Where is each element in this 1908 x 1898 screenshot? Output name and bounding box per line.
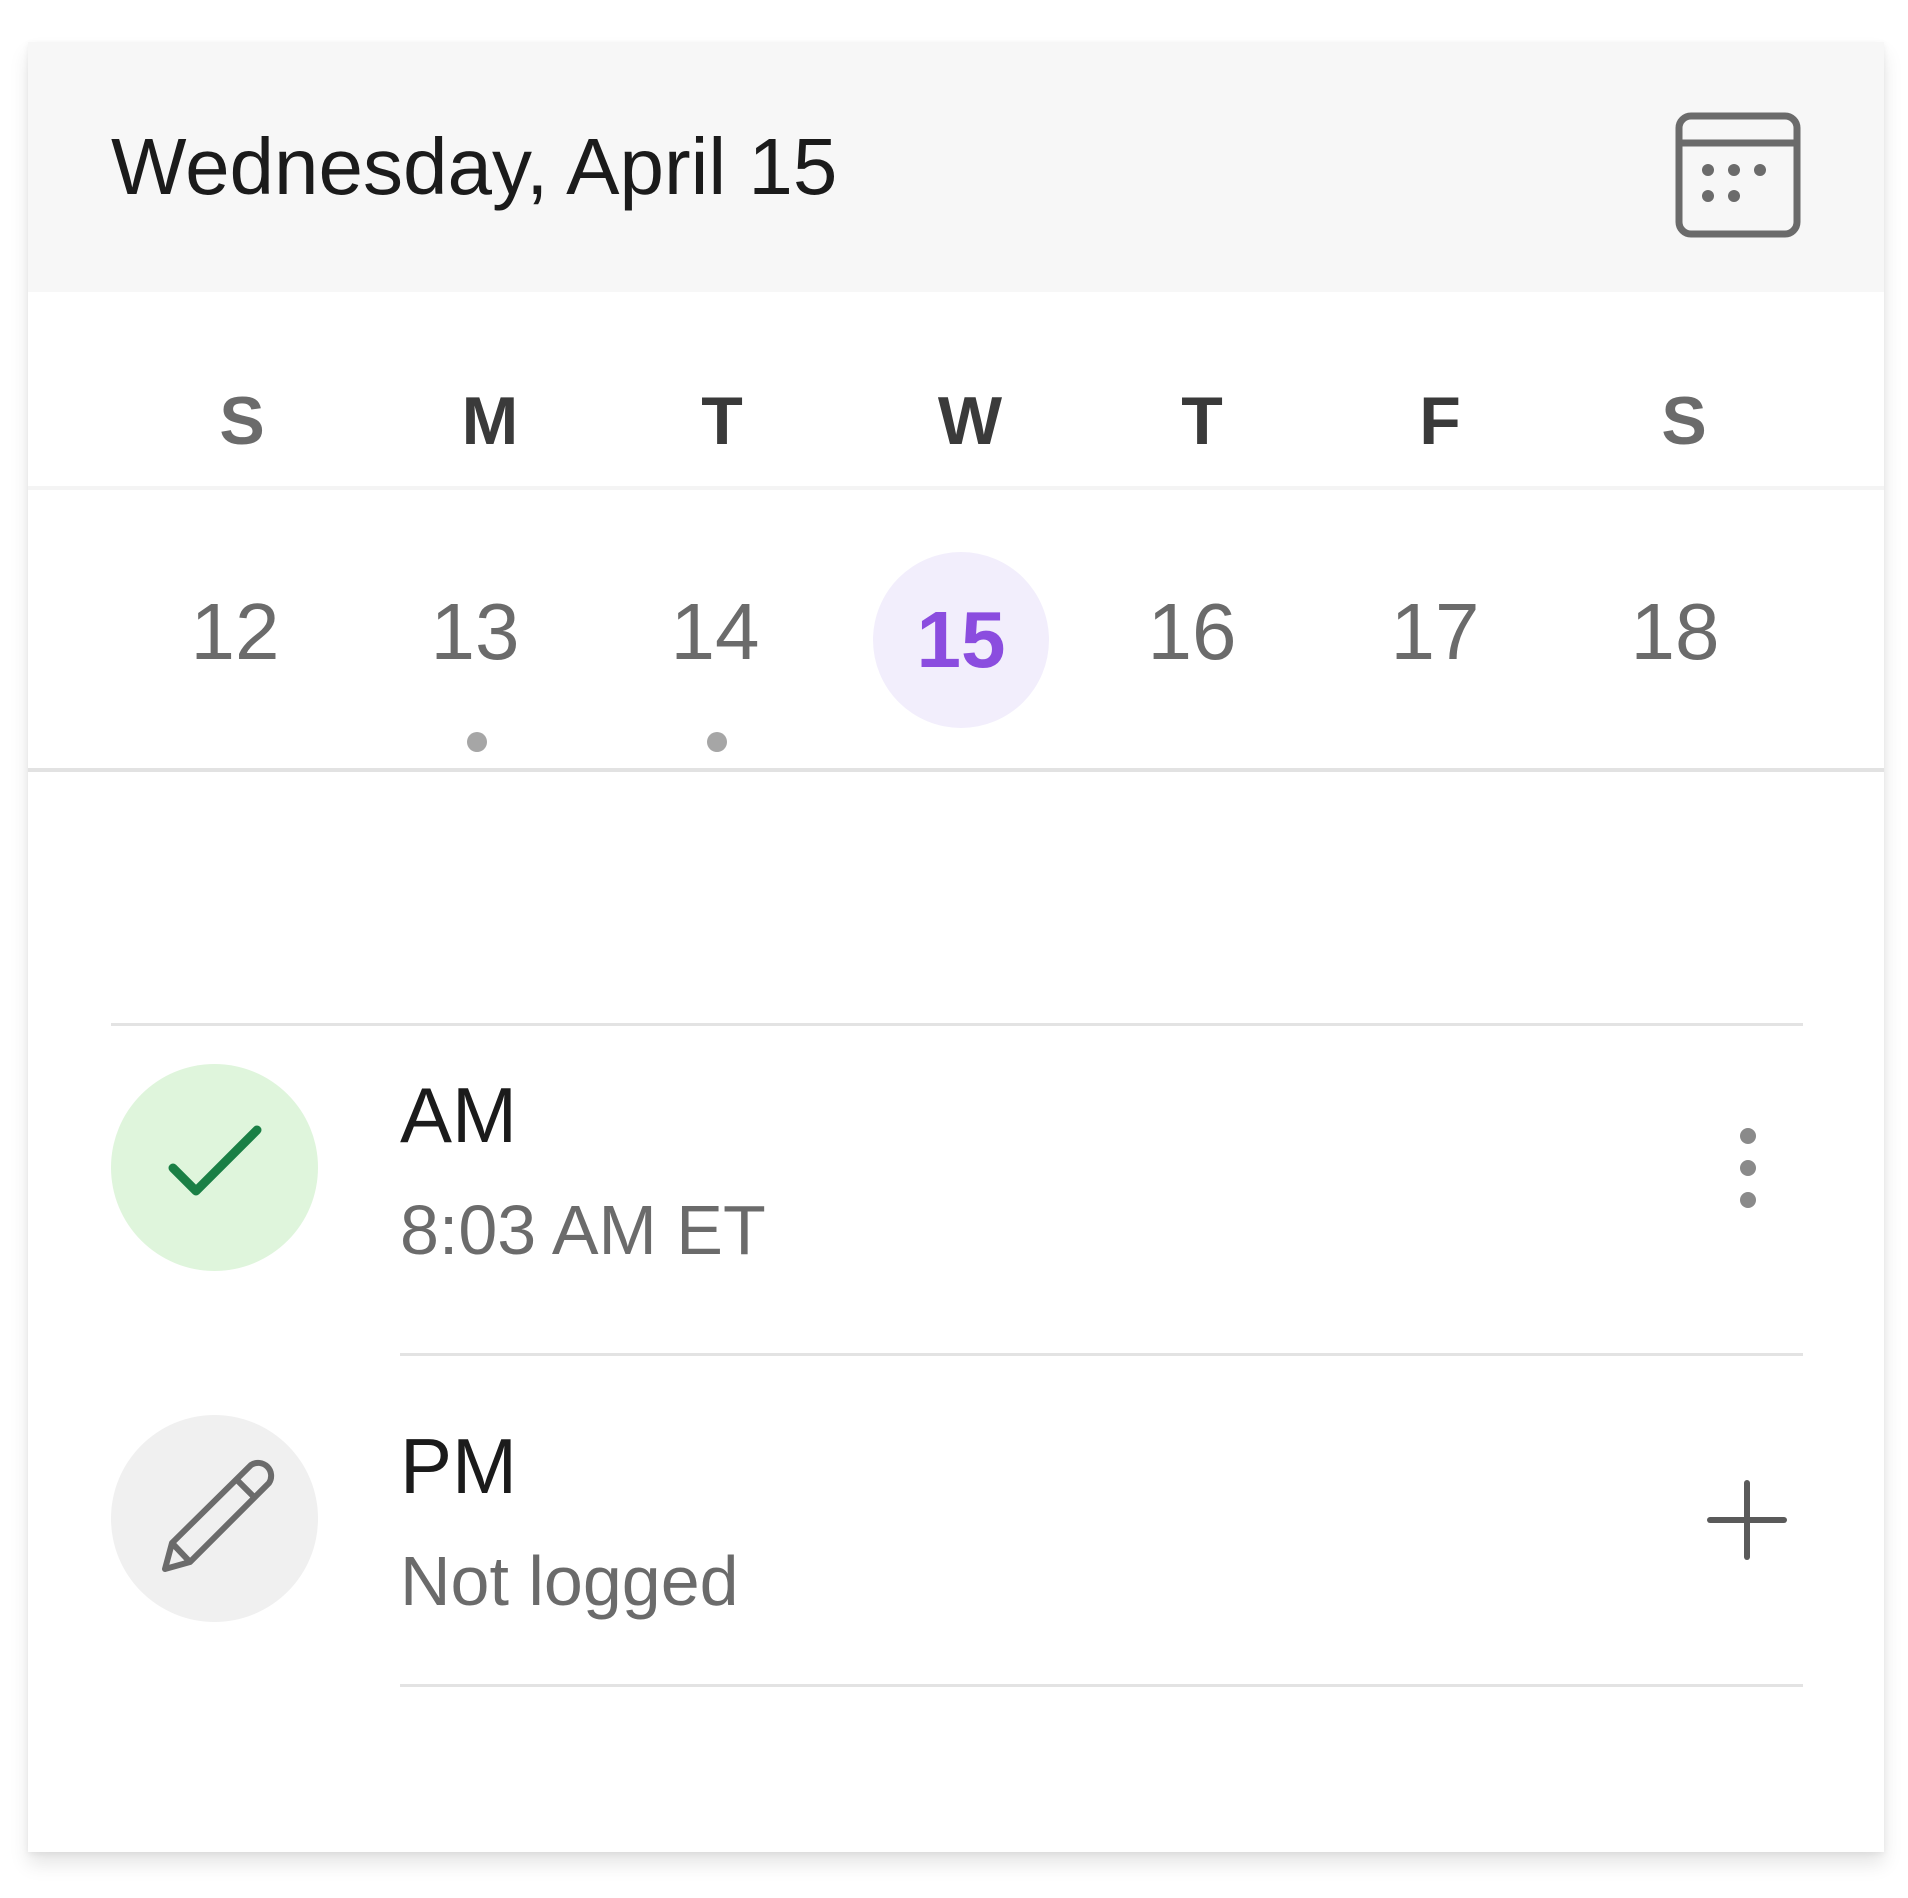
weekday-header-row: S M T W T F S — [28, 382, 1884, 482]
calendar-grid-icon — [1675, 112, 1801, 238]
date-header: Wednesday, April 15 — [28, 42, 1884, 292]
date-number: 15 — [916, 595, 1006, 684]
entry-time: 8:03 AM ET — [400, 1191, 766, 1269]
weekday-thursday: T — [1181, 383, 1223, 459]
pencil-icon — [162, 1459, 275, 1572]
date-cell[interactable]: 13 — [387, 552, 563, 728]
date-cell[interactable]: 16 — [1104, 552, 1280, 728]
log-entry-am[interactable]: AM 8:03 AM ET — [28, 1064, 1884, 1324]
entry-title: AM — [400, 1071, 517, 1159]
weekday-monday: M — [461, 383, 519, 459]
checkmark-icon — [168, 1125, 262, 1196]
date-cell[interactable]: 18 — [1587, 552, 1763, 728]
row-divider — [400, 1353, 1803, 1356]
event-indicator-dot — [467, 732, 487, 752]
date-number: 18 — [1630, 587, 1720, 676]
date-cell[interactable]: 12 — [147, 552, 323, 728]
date-strip-divider — [28, 768, 1884, 772]
weekday-friday: F — [1419, 383, 1461, 459]
list-divider — [111, 1023, 1803, 1026]
calendar-button[interactable] — [1673, 110, 1803, 240]
more-options-button[interactable] — [1718, 1118, 1778, 1218]
entry-title: PM — [400, 1422, 517, 1510]
weekday-wednesday: W — [937, 383, 1003, 459]
date-cell-selected[interactable]: 15 — [873, 552, 1049, 728]
weekday-sunday: S — [219, 383, 265, 459]
weekday-tuesday: T — [701, 383, 743, 459]
more-vertical-icon — [1740, 1128, 1756, 1208]
row-divider — [400, 1684, 1803, 1687]
plus-icon — [1707, 1480, 1787, 1560]
event-indicator-dot — [707, 732, 727, 752]
status-badge-not-logged — [111, 1415, 318, 1622]
date-cell[interactable]: 14 — [627, 552, 803, 728]
date-number: 17 — [1390, 587, 1480, 676]
date-number: 13 — [430, 587, 520, 676]
date-number: 14 — [670, 587, 760, 676]
date-number: 16 — [1147, 587, 1237, 676]
entry-status: Not logged — [400, 1542, 739, 1620]
status-badge-logged — [111, 1064, 318, 1271]
daily-log-card: Wednesday, April 15 S M T W T F S 12 13 … — [28, 42, 1884, 1852]
date-cell[interactable]: 17 — [1347, 552, 1523, 728]
add-log-button[interactable] — [1692, 1465, 1802, 1575]
weekday-saturday: S — [1661, 383, 1707, 459]
selected-date-title: Wednesday, April 15 — [111, 122, 838, 211]
date-number: 12 — [190, 587, 280, 676]
log-entry-pm[interactable]: PM Not logged — [28, 1415, 1884, 1675]
weekday-divider — [28, 486, 1884, 490]
